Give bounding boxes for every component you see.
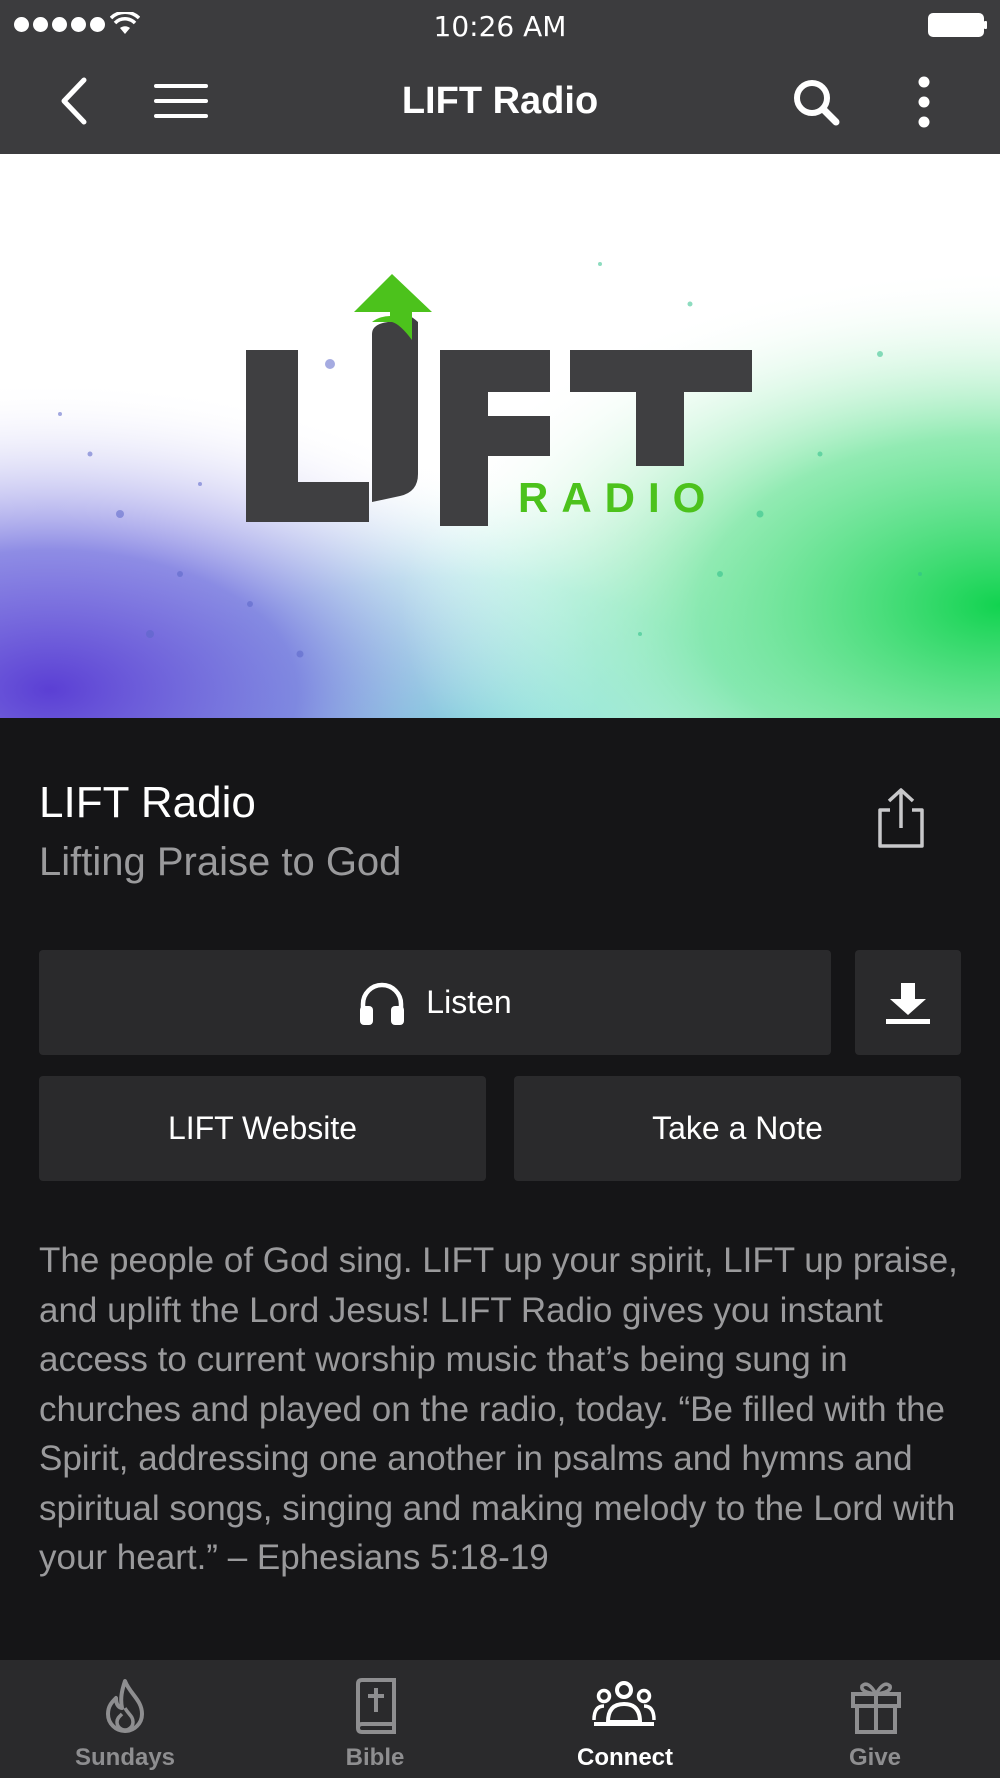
take-a-note-label: Take a Note [652, 1110, 823, 1146]
listen-button[interactable]: Listen [39, 950, 831, 1055]
status-bar: 10:26 AM [0, 0, 1000, 50]
gift-icon [851, 1682, 901, 1734]
nav-bar: LIFT Radio [0, 50, 1000, 154]
tab-connect-label: Connect [577, 1744, 673, 1771]
tab-bar: Sundays Bible Connect Give [0, 1660, 1000, 1778]
content-subtitle: Lifting Praise to God [39, 840, 402, 884]
status-time: 10:26 AM [433, 10, 567, 43]
tab-bible-label: Bible [345, 1744, 405, 1771]
battery-icon [928, 13, 987, 37]
content-title: LIFT Radio [39, 778, 256, 827]
take-a-note-button[interactable]: Take a Note [514, 1076, 961, 1181]
lift-website-button[interactable]: LIFT Website [39, 1076, 486, 1181]
bible-icon [356, 1678, 396, 1734]
listen-label: Listen [426, 984, 512, 1020]
more-vertical-icon[interactable] [912, 76, 936, 128]
search-icon[interactable] [792, 78, 840, 126]
lift-website-label: LIFT Website [167, 1110, 358, 1146]
tab-connect[interactable]: Connect [500, 1660, 750, 1778]
hero-logo-radio: RADIO [518, 474, 718, 521]
download-button[interactable] [855, 950, 961, 1055]
flame-icon [106, 1679, 144, 1733]
description-text: The people of God sing. LIFT up your spi… [39, 1241, 958, 1577]
hero-banner: RADIO [0, 154, 1000, 718]
nav-title: LIFT Radio [401, 80, 599, 122]
share-icon[interactable] [872, 786, 930, 850]
tab-sundays-label: Sundays [74, 1744, 176, 1771]
headphones-icon [360, 982, 405, 1025]
people-icon [592, 1681, 656, 1726]
tab-give[interactable]: Give [750, 1660, 1000, 1778]
tab-bible[interactable]: Bible [250, 1660, 500, 1778]
download-icon [886, 982, 930, 1024]
tab-sundays[interactable]: Sundays [0, 1660, 250, 1778]
hero-artwork: RADIO [0, 154, 1000, 718]
tab-give-label: Give [848, 1744, 902, 1771]
